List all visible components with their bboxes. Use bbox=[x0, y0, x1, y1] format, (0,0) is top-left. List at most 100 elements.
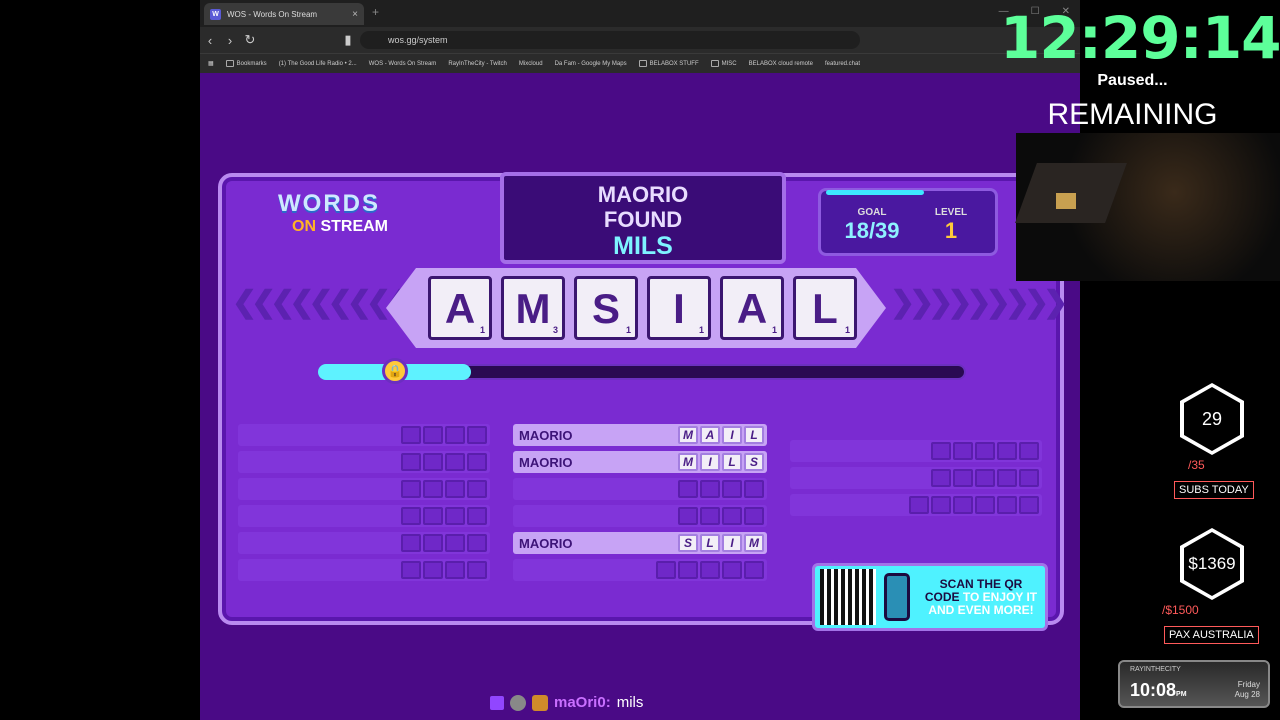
word-letter: I bbox=[700, 453, 720, 471]
found-word: MILS bbox=[613, 232, 673, 260]
bookmark-item[interactable]: Mixcloud bbox=[519, 61, 543, 67]
word-letter: L bbox=[700, 534, 720, 552]
bookmark-item[interactable]: BELABOX cloud remote bbox=[749, 61, 813, 67]
back-icon[interactable]: ‹ bbox=[200, 33, 220, 48]
tab-wos[interactable]: W WOS - Words On Stream × bbox=[204, 3, 364, 25]
letter-tile: M3 bbox=[501, 276, 565, 340]
subs-label: SUBS TODAY bbox=[1174, 481, 1254, 499]
subs-goal: /35 bbox=[1188, 458, 1205, 472]
word-slot bbox=[513, 505, 767, 527]
word-slot bbox=[790, 467, 1042, 489]
word-column-middle: MAORIO M A I L MAORIO M I L S MAORIO S L I M bbox=[513, 424, 767, 581]
money-label: PAX AUSTRALIA bbox=[1164, 626, 1259, 644]
browser-window: W WOS - Words On Stream × + — ☐ ✕ ‹ › ↻ … bbox=[200, 0, 1080, 720]
remaining-label: REMAINING bbox=[1047, 98, 1218, 131]
clock-channel: RAYINTHECITY bbox=[1130, 666, 1181, 673]
word-slot bbox=[238, 559, 490, 581]
word-letter: S bbox=[744, 453, 764, 471]
reload-icon[interactable]: ↻ bbox=[240, 32, 260, 48]
chevrons-left-decoration: ❮❮❮❮❮❮❮❮❮ bbox=[232, 286, 410, 319]
word-column-right bbox=[790, 440, 1042, 516]
letter-tile: A1 bbox=[720, 276, 784, 340]
tab-bar: W WOS - Words On Stream × + — ☐ ✕ bbox=[200, 0, 1080, 27]
bookmark-icon[interactable]: ▮ bbox=[338, 32, 358, 48]
word-letter: M bbox=[678, 426, 698, 444]
goal-level-panel: GOAL 18/39 LEVEL 1 bbox=[818, 188, 998, 256]
word-slot bbox=[238, 505, 490, 527]
empty-letter bbox=[744, 561, 764, 579]
word-slot bbox=[238, 424, 490, 446]
bookmarks-bar: ▦ Bookmarks (1) The Good Life Radio • 2.… bbox=[200, 53, 1080, 73]
address-bar[interactable]: wos.gg/system bbox=[360, 31, 860, 49]
word-letter: S bbox=[678, 534, 698, 552]
bookmark-item[interactable]: Da Fam - Google My Maps bbox=[555, 61, 627, 67]
new-tab-icon[interactable]: + bbox=[372, 5, 379, 19]
word-slot: MAORIO M I L S bbox=[513, 451, 767, 473]
empty-letter bbox=[722, 561, 742, 579]
chat-line: maOri0: mils bbox=[490, 694, 643, 711]
empty-letter bbox=[656, 561, 676, 579]
word-letter: I bbox=[722, 426, 742, 444]
tab-title: WOS - Words On Stream bbox=[227, 9, 318, 19]
lock-icon: 🔒 bbox=[382, 358, 408, 384]
bookmark-item[interactable]: RayInTheCity - Twitch bbox=[448, 61, 507, 67]
twitch-icon bbox=[490, 695, 504, 710]
browser-toolbar: ‹ › ↻ ▮ wos.gg/system bbox=[200, 27, 1080, 53]
word-slot bbox=[513, 478, 767, 500]
letter-tile: S1 bbox=[574, 276, 638, 340]
user-badge-icon bbox=[510, 694, 526, 711]
clock-widget: RAYINTHECITY 10:08PM Friday Aug 28 bbox=[1118, 660, 1270, 708]
word-slot bbox=[238, 478, 490, 500]
bookmark-item[interactable]: (1) The Good Life Radio • 2... bbox=[279, 61, 357, 67]
folder-icon bbox=[638, 60, 647, 67]
chat-username: maOri0: bbox=[554, 694, 611, 711]
bookmark-item[interactable]: featured.chat bbox=[825, 61, 860, 67]
word-letter: L bbox=[744, 426, 764, 444]
forward-icon[interactable]: › bbox=[220, 33, 240, 48]
countdown-timer: 12:29:14 bbox=[1000, 4, 1280, 72]
money-goal: /$1500 bbox=[1162, 603, 1199, 617]
chevrons-right-decoration: ❯❯❯❯❯❯❯❯❯ bbox=[890, 286, 1068, 319]
paused-label: Paused... bbox=[1097, 72, 1168, 89]
level-label: LEVEL bbox=[934, 207, 968, 218]
bookmark-item[interactable]: Bookmarks bbox=[225, 60, 267, 67]
empty-letter bbox=[722, 480, 742, 498]
word-slot bbox=[238, 532, 490, 554]
bookmark-item[interactable]: MISC bbox=[710, 60, 737, 67]
clock-date: Friday Aug 28 bbox=[1234, 680, 1260, 699]
goal-progress-bar bbox=[826, 190, 924, 195]
word-column-left bbox=[238, 424, 490, 581]
word-letter: I bbox=[722, 534, 742, 552]
empty-letter bbox=[722, 507, 742, 525]
empty-letter bbox=[678, 480, 698, 498]
bookmark-item[interactable]: WOS - Words On Stream bbox=[369, 61, 437, 67]
words-on-stream-logo: WORDS ON STREAM bbox=[278, 190, 389, 235]
letter-tile: A1 bbox=[428, 276, 492, 340]
bookmark-item[interactable]: BELABOX STUFF bbox=[638, 60, 699, 67]
money-hex: $1369 bbox=[1180, 528, 1244, 600]
word-letter: M bbox=[678, 453, 698, 471]
close-tab-icon[interactable]: × bbox=[352, 9, 358, 20]
chat-message: mils bbox=[616, 694, 644, 711]
empty-letter bbox=[744, 507, 764, 525]
qr-code[interactable] bbox=[820, 569, 876, 625]
goal-value: 18/39 bbox=[844, 218, 900, 243]
apps-icon[interactable]: ▦ bbox=[208, 60, 214, 67]
wos-favicon-icon: W bbox=[210, 8, 221, 20]
clock-time: 10:08PM bbox=[1130, 680, 1187, 700]
word-slot bbox=[238, 451, 490, 473]
found-player: MAORIO bbox=[597, 182, 689, 207]
word-slot: MAORIO M A I L bbox=[513, 424, 767, 446]
qr-promo-text: SCAN THE QR CODE TO ENJOY IT AND EVEN MO… bbox=[924, 577, 1038, 617]
phone-icon bbox=[884, 573, 910, 621]
empty-letter bbox=[678, 507, 698, 525]
subs-count: 29 bbox=[1201, 409, 1223, 429]
empty-letter bbox=[700, 561, 720, 579]
word-letter: A bbox=[700, 426, 720, 444]
word-slot bbox=[790, 494, 1042, 516]
webcam-feed bbox=[1015, 133, 1280, 281]
empty-letter bbox=[744, 480, 764, 498]
level-value: 1 bbox=[944, 218, 958, 243]
sub-badge-icon bbox=[532, 694, 548, 711]
subs-hex: 29 bbox=[1180, 383, 1244, 455]
